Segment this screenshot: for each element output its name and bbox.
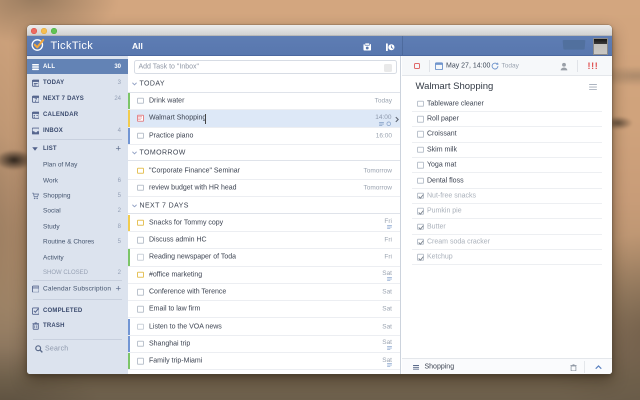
svg-text:7: 7 (34, 98, 37, 103)
